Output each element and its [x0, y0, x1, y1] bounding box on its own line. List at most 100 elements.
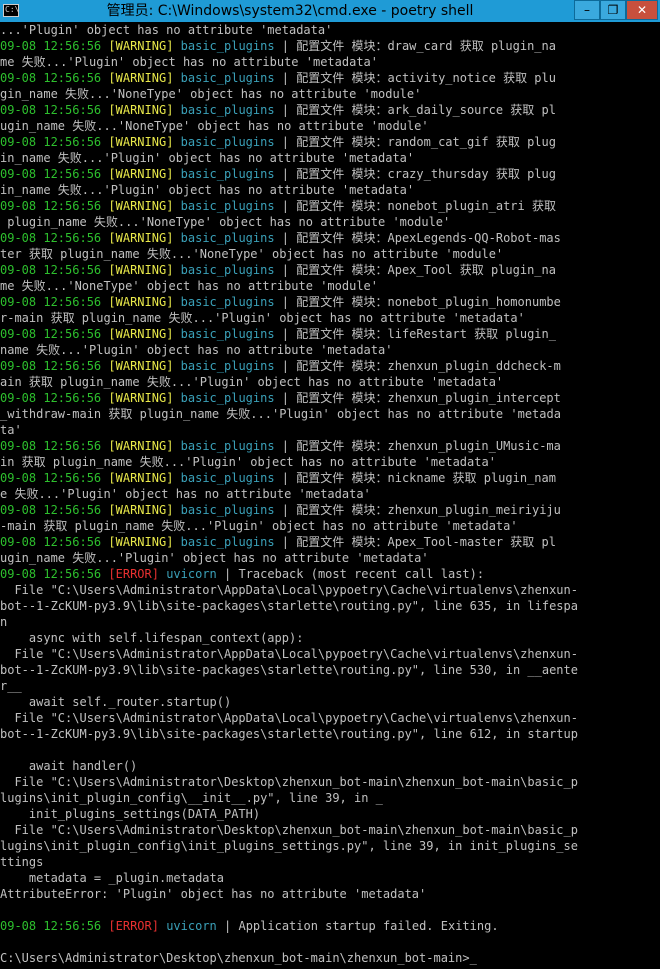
console-line: bot--1-ZcKUM-py3.9\lib\site-packages\sta…	[0, 727, 578, 741]
console-line: await self._router.startup()	[0, 695, 232, 709]
log-level: [WARNING]	[108, 327, 174, 341]
console-line: 09-08 12:56:56 [WARNING] basic_plugins |…	[0, 438, 660, 454]
log-separator: |	[274, 39, 297, 53]
log-separator: |	[274, 439, 297, 453]
log-level: [WARNING]	[108, 103, 174, 117]
log-source: basic_plugins	[180, 503, 275, 517]
log-timestamp: 09-08 12:56:56	[0, 359, 102, 373]
console-line: 09-08 12:56:56 [WARNING] basic_plugins |…	[0, 358, 660, 374]
console-line: -main 获取 plugin_name 失败...'Plugin' objec…	[0, 519, 518, 533]
log-level: [WARNING]	[108, 439, 174, 453]
log-level: [ERROR]	[108, 919, 159, 933]
log-source: basic_plugins	[180, 135, 275, 149]
log-message: Traceback (most recent call last):	[238, 567, 485, 581]
log-separator: |	[274, 167, 297, 181]
console-line: ta'	[0, 423, 22, 437]
log-timestamp: 09-08 12:56:56	[0, 391, 102, 405]
window-title: 管理员: C:\Windows\system32\cmd.exe - poetr…	[106, 3, 474, 19]
console-line: lugins\init_plugin_config\init_plugins_s…	[0, 839, 578, 853]
console-line: 09-08 12:56:56 [WARNING] basic_plugins |…	[0, 534, 660, 550]
log-separator: |	[274, 103, 297, 117]
log-timestamp: 09-08 12:56:56	[0, 471, 102, 485]
log-message: 配置文件 模块：lifeRestart 获取 plugin_	[296, 327, 556, 341]
log-source: basic_plugins	[180, 263, 275, 277]
log-message: 配置文件 模块：zhenxun_plugin_intercept	[296, 391, 561, 405]
log-message: 配置文件 模块：ark_daily_source 获取 pl	[296, 103, 556, 117]
log-message: 配置文件 模块：draw_card 获取 plugin_na	[296, 39, 556, 53]
console-line: 09-08 12:56:56 [WARNING] basic_plugins |…	[0, 262, 660, 278]
console-line: ain 获取 plugin_name 失败...'Plugin' object …	[0, 375, 504, 389]
console-line: 09-08 12:56:56 [WARNING] basic_plugins |…	[0, 38, 660, 54]
log-source: basic_plugins	[180, 167, 275, 181]
console-line: File "C:\Users\Administrator\Desktop\zhe…	[0, 775, 578, 789]
console-line: await handler()	[0, 759, 138, 773]
console-line: 09-08 12:56:56 [WARNING] basic_plugins |…	[0, 198, 660, 214]
console-line: 09-08 12:56:56 [WARNING] basic_plugins |…	[0, 230, 660, 246]
console-line: File "C:\Users\Administrator\AppData\Loc…	[0, 583, 578, 597]
log-timestamp: 09-08 12:56:56	[0, 199, 102, 213]
log-separator: |	[216, 919, 239, 933]
log-separator: |	[274, 199, 297, 213]
log-source: basic_plugins	[180, 535, 275, 549]
cmd-window: C:\ 管理员: C:\Windows\system32\cmd.exe - p…	[0, 0, 660, 969]
console-line: 09-08 12:56:56 [WARNING] basic_plugins |…	[0, 134, 660, 150]
log-timestamp: 09-08 12:56:56	[0, 39, 102, 53]
log-timestamp: 09-08 12:56:56	[0, 327, 102, 341]
console-line: 09-08 12:56:56 [WARNING] basic_plugins |…	[0, 390, 660, 406]
log-message: 配置文件 模块：nonebot_plugin_atri 获取	[296, 199, 556, 213]
log-message: 配置文件 模块：activity_notice 获取 plu	[296, 71, 556, 85]
console-line: me 失败...'NoneType' object has no attribu…	[0, 279, 379, 293]
log-separator: |	[274, 135, 297, 149]
console-line: init_plugins_settings(DATA_PATH)	[0, 807, 261, 821]
log-source: basic_plugins	[180, 295, 275, 309]
log-level: [WARNING]	[108, 471, 174, 485]
console-line: me 失败...'Plugin' object has no attribute…	[0, 55, 379, 69]
log-source: basic_plugins	[180, 359, 275, 373]
log-level: [WARNING]	[108, 503, 174, 517]
log-timestamp: 09-08 12:56:56	[0, 439, 102, 453]
log-message: 配置文件 模块：Apex_Tool 获取 plugin_na	[296, 263, 556, 277]
close-button[interactable]: ✕	[626, 0, 658, 20]
title-bar[interactable]: C:\ 管理员: C:\Windows\system32\cmd.exe - p…	[0, 0, 660, 22]
restore-button[interactable]: ❐	[600, 0, 626, 20]
log-source: basic_plugins	[180, 439, 275, 453]
log-source: basic_plugins	[180, 103, 275, 117]
log-separator: |	[274, 503, 297, 517]
console-line: C:\Users\Administrator\Desktop\zhenxun_b…	[0, 951, 477, 965]
log-source: basic_plugins	[180, 71, 275, 85]
console-line: File "C:\Users\Administrator\AppData\Loc…	[0, 647, 578, 661]
log-level: [ERROR]	[108, 567, 159, 581]
console-output[interactable]: ...'Plugin' object has no attribute 'met…	[0, 22, 660, 969]
log-separator: |	[274, 471, 297, 485]
log-timestamp: 09-08 12:56:56	[0, 295, 102, 309]
log-separator: |	[274, 295, 297, 309]
log-separator: |	[274, 231, 297, 245]
console-line: in_name 失败...'Plugin' object has no attr…	[0, 183, 415, 197]
log-separator: |	[274, 535, 297, 549]
console-line: 09-08 12:56:56 [ERROR] uvicorn | Applica…	[0, 918, 660, 934]
log-message: 配置文件 模块：zhenxun_plugin_UMusic-ma	[296, 439, 561, 453]
minimize-button[interactable]: –	[574, 0, 600, 20]
console-line: ...'Plugin' object has no attribute 'met…	[0, 23, 333, 37]
console-line: 09-08 12:56:56 [WARNING] basic_plugins |…	[0, 70, 660, 86]
console-line: 09-08 12:56:56 [WARNING] basic_plugins |…	[0, 294, 660, 310]
console-line: plugin_name 失败...'NoneType' object has n…	[0, 215, 451, 229]
log-message: 配置文件 模块：zhenxun_plugin_ddcheck-m	[296, 359, 561, 373]
log-level: [WARNING]	[108, 231, 174, 245]
log-separator: |	[274, 391, 297, 405]
log-timestamp: 09-08 12:56:56	[0, 167, 102, 181]
log-message: 配置文件 模块：nickname 获取 plugin_nam	[296, 471, 556, 485]
log-timestamp: 09-08 12:56:56	[0, 567, 102, 581]
console-line: in_name 失败...'Plugin' object has no attr…	[0, 151, 415, 165]
